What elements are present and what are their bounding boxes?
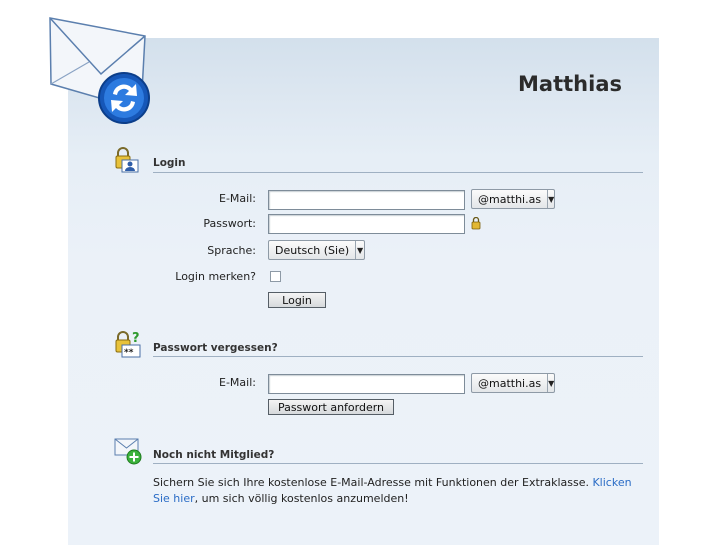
svg-text:?: ? [132, 331, 140, 346]
signup-text-after: , um sich völlig kostenlos anzumelden! [194, 492, 409, 505]
chevron-down-icon: ▼ [547, 374, 554, 392]
brand-name: Matthias [518, 72, 622, 96]
svg-text:**: ** [124, 348, 134, 358]
language-label: Sprache: [207, 244, 256, 257]
forgot-divider [153, 356, 643, 357]
domain-value: @matthi.as [478, 192, 542, 206]
forgot-title: Passwort vergessen? [153, 342, 278, 354]
forgot-email-label: E-Mail: [219, 376, 256, 389]
forgot-email-field[interactable] [268, 374, 465, 394]
chevron-down-icon: ▼ [355, 241, 364, 259]
password-label: Passwort: [203, 217, 256, 230]
lock-icon [471, 217, 481, 230]
chevron-down-icon: ▼ [547, 190, 554, 208]
forgot-domain-value: @matthi.as [478, 376, 542, 390]
email-field[interactable] [268, 190, 465, 210]
language-value: Deutsch (Sie) [275, 243, 350, 257]
signup-text: Sichern Sie sich Ihre kostenlose E-Mail-… [153, 475, 643, 507]
lock-user-icon [115, 147, 139, 173]
login-title: Login [153, 157, 186, 169]
remember-label: Login merken? [175, 270, 256, 283]
signup-title: Noch nicht Mitglied? [153, 449, 275, 461]
envelope-add-icon [114, 438, 142, 465]
envelope-sync-icon [49, 17, 150, 124]
signup-text-before: Sichern Sie sich Ihre kostenlose E-Mail-… [153, 476, 589, 489]
login-button[interactable]: Login [268, 292, 326, 308]
language-select[interactable]: Deutsch (Sie) ▼ [268, 240, 365, 260]
domain-select[interactable]: @matthi.as ▼ [471, 189, 555, 209]
password-field[interactable] [268, 214, 465, 234]
forgot-domain-select[interactable]: @matthi.as ▼ [471, 373, 555, 393]
email-label: E-Mail: [219, 192, 256, 205]
login-divider [153, 172, 643, 173]
request-password-button[interactable]: Passwort anfordern [268, 399, 394, 415]
signup-divider [153, 463, 643, 464]
remember-checkbox[interactable] [270, 271, 281, 282]
lock-question-icon: ** ? [115, 331, 141, 358]
